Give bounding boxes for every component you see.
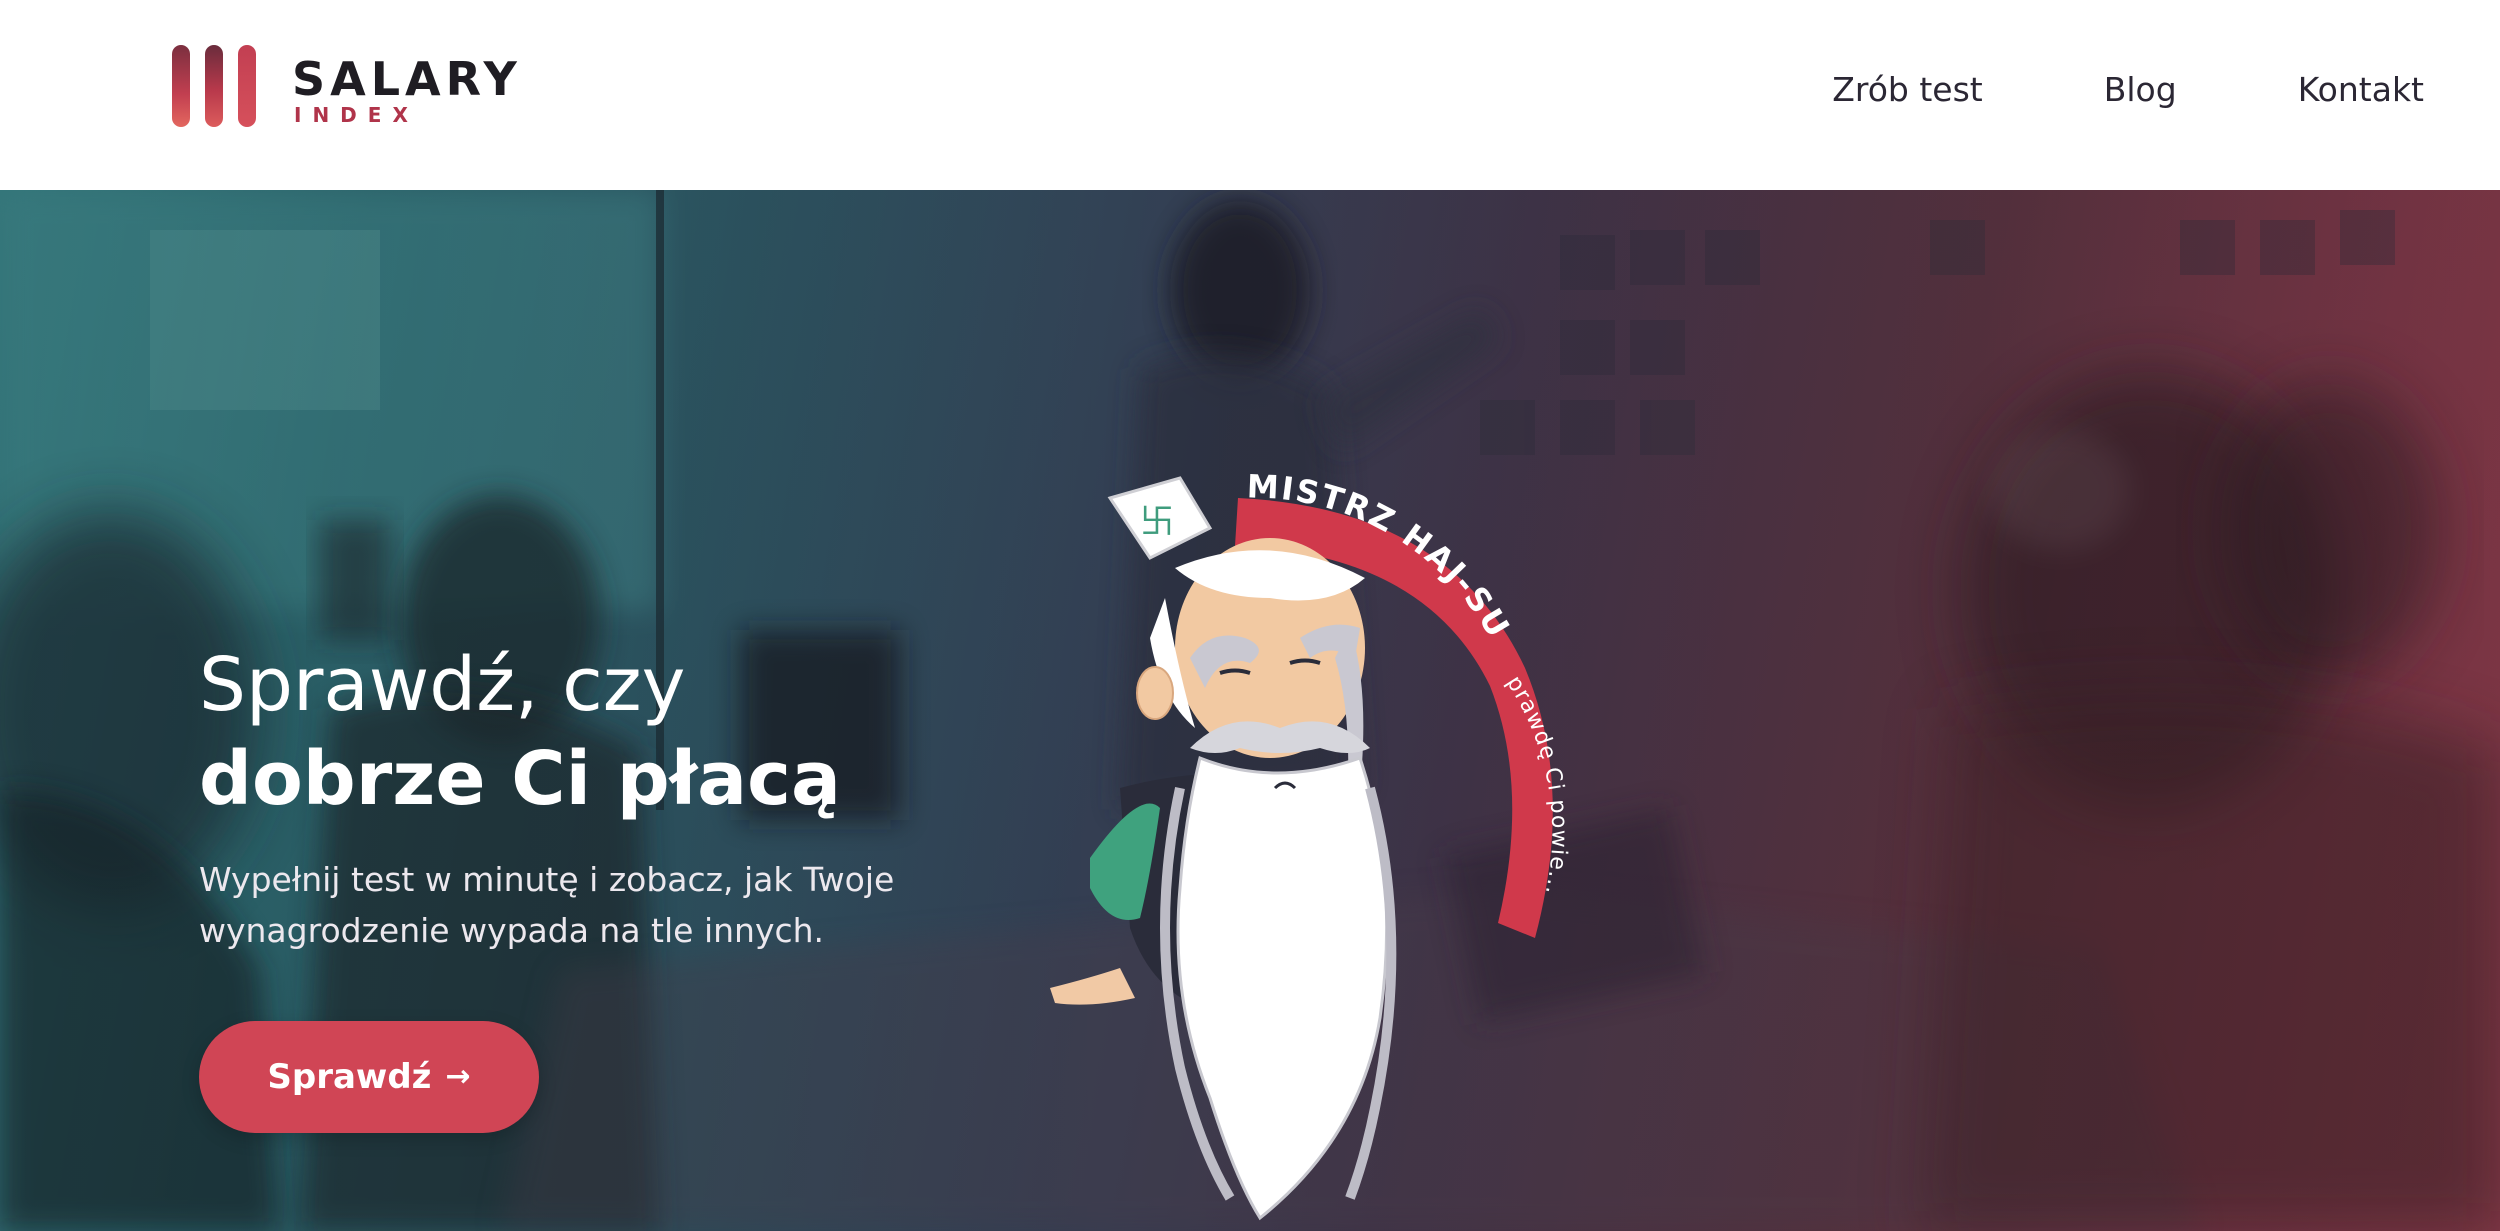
logo-wordmark: SALARY: [292, 52, 522, 106]
check-button-label: Sprawdź: [267, 1057, 432, 1097]
site-header: SALARY INDEX Zrób test Blog Kontakt: [0, 0, 2500, 190]
hero-subtitle: Wypełnij test w minutę i zobacz, jak Two…: [199, 860, 895, 950]
check-button[interactable]: Sprawdź →: [199, 1021, 539, 1133]
hero-copy: Sprawdź, czy dobrze Ci płacą Wypełnij te…: [199, 638, 1019, 956]
nav-item-blog[interactable]: Blog: [2104, 68, 2177, 112]
logo-subtitle: INDEX: [294, 103, 419, 127]
arrow-right-icon: →: [445, 1059, 471, 1094]
nav-item-take-test[interactable]: Zrób test: [1832, 68, 1982, 112]
mascot-master-haj-su: MISTRZ HAJ-SU prawdę Ci powie... 卐: [1050, 467, 1570, 1221]
svg-text:卐: 卐: [1140, 502, 1174, 542]
hero-title-line1: Sprawdź, czy: [199, 642, 686, 728]
scroll-icon: 卐: [1107, 476, 1213, 560]
hero-title-line2: dobrze Ci płacą: [199, 736, 841, 822]
hero-section: Sprawdź, czy dobrze Ci płacą Wypełnij te…: [0, 190, 2500, 1231]
salary-index-logo[interactable]: SALARY INDEX: [172, 45, 517, 130]
logo-bars-icon: [172, 45, 256, 127]
main-nav: Zrób test Blog Kontakt: [1832, 68, 2424, 112]
nav-item-contact[interactable]: Kontakt: [2298, 68, 2424, 112]
